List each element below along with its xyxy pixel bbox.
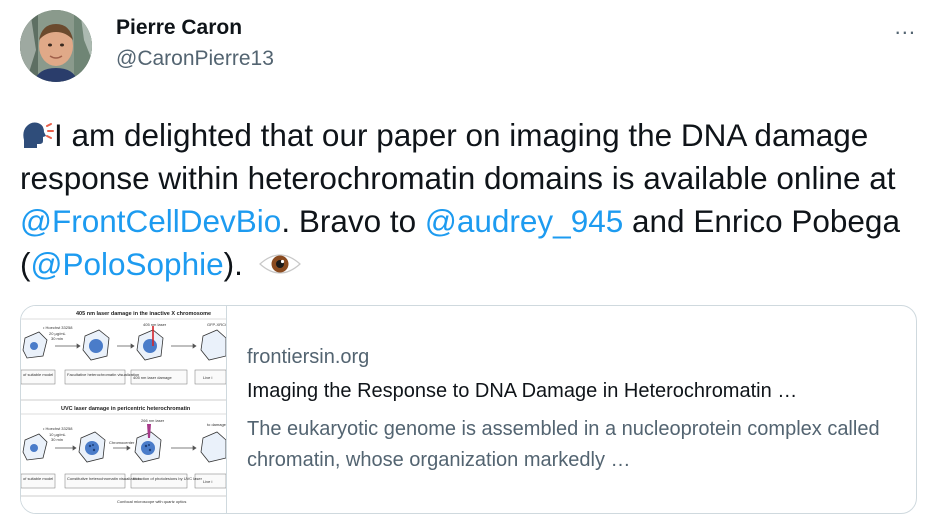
figure-top-label-1: of suitable model bbox=[23, 372, 53, 377]
card-description: The eukaryotic genome is assembled in a … bbox=[247, 418, 880, 471]
figure-bottom-label-3: Induction of photolesions by UVC laser bbox=[133, 476, 203, 481]
card-title: Imaging the Response to DNA Damage in He… bbox=[247, 380, 798, 402]
mention-polosophie[interactable]: @PoloSophie bbox=[31, 246, 224, 282]
figure-top-heading: 405 nm laser damage in the inactive X ch… bbox=[76, 311, 211, 317]
card-thumbnail: 405 nm laser damage in the inactive X ch… bbox=[21, 306, 231, 513]
avatar[interactable] bbox=[20, 10, 92, 82]
svg-text:30 min: 30 min bbox=[51, 437, 63, 442]
svg-text:GFP-XRCC1: GFP-XRCC1 bbox=[207, 322, 226, 327]
figure-footer: Confocal microscope with quartz optics bbox=[117, 499, 186, 504]
figure-diagram: 405 nm laser damage in the inactive X ch… bbox=[21, 306, 231, 513]
svg-text:• Hoechst 33258: • Hoechst 33258 bbox=[43, 325, 73, 330]
tweet-text: I am delighted that our paper on imaging… bbox=[20, 114, 910, 286]
svg-text:Chromocenter: Chromocenter bbox=[109, 440, 135, 445]
figure-top-label-4: Live i bbox=[203, 375, 212, 380]
svg-text:• Hoechst 33258: • Hoechst 33258 bbox=[43, 426, 73, 431]
author-handle[interactable]: @CaronPierre13 bbox=[116, 47, 274, 71]
tweet-text-part-2: . Bravo to bbox=[281, 203, 425, 239]
author-name[interactable]: Pierre Caron bbox=[116, 16, 242, 40]
svg-text:266 nm laser: 266 nm laser bbox=[141, 418, 165, 423]
avatar-photo bbox=[20, 10, 92, 82]
speaking-head-icon bbox=[23, 122, 54, 148]
svg-text:30 min: 30 min bbox=[51, 336, 63, 341]
figure-bottom-heading: UVC laser damage in pericentric heteroch… bbox=[61, 406, 191, 412]
svg-text:to damaged: to damaged bbox=[207, 422, 226, 427]
eye-icon bbox=[258, 254, 301, 274]
figure-top-label-2: Facultative heterochromatin visualizatio… bbox=[67, 372, 139, 377]
card-domain: frontiersin.org bbox=[247, 346, 370, 368]
figure-bottom-label-2: Constitutive heterochromatin visualizati… bbox=[67, 476, 141, 481]
link-preview-card[interactable]: 405 nm laser damage in the inactive X ch… bbox=[20, 305, 917, 514]
svg-text:405 nm laser: 405 nm laser bbox=[143, 322, 167, 327]
tweet-text-part-1: I am delighted that our paper on imaging… bbox=[20, 117, 896, 196]
figure-bottom-label-4: Live i bbox=[203, 479, 212, 484]
more-options-icon[interactable]: ... bbox=[895, 14, 916, 40]
tweet-text-part-4: ). bbox=[223, 246, 252, 282]
figure-top-label-3: 405 nm laser damage bbox=[133, 375, 172, 380]
mention-audrey-945[interactable]: @audrey_945 bbox=[425, 203, 623, 239]
mention-frontcelldevbio[interactable]: @FrontCellDevBio bbox=[20, 203, 281, 239]
figure-bottom-label-1: of suitable model bbox=[23, 476, 53, 481]
